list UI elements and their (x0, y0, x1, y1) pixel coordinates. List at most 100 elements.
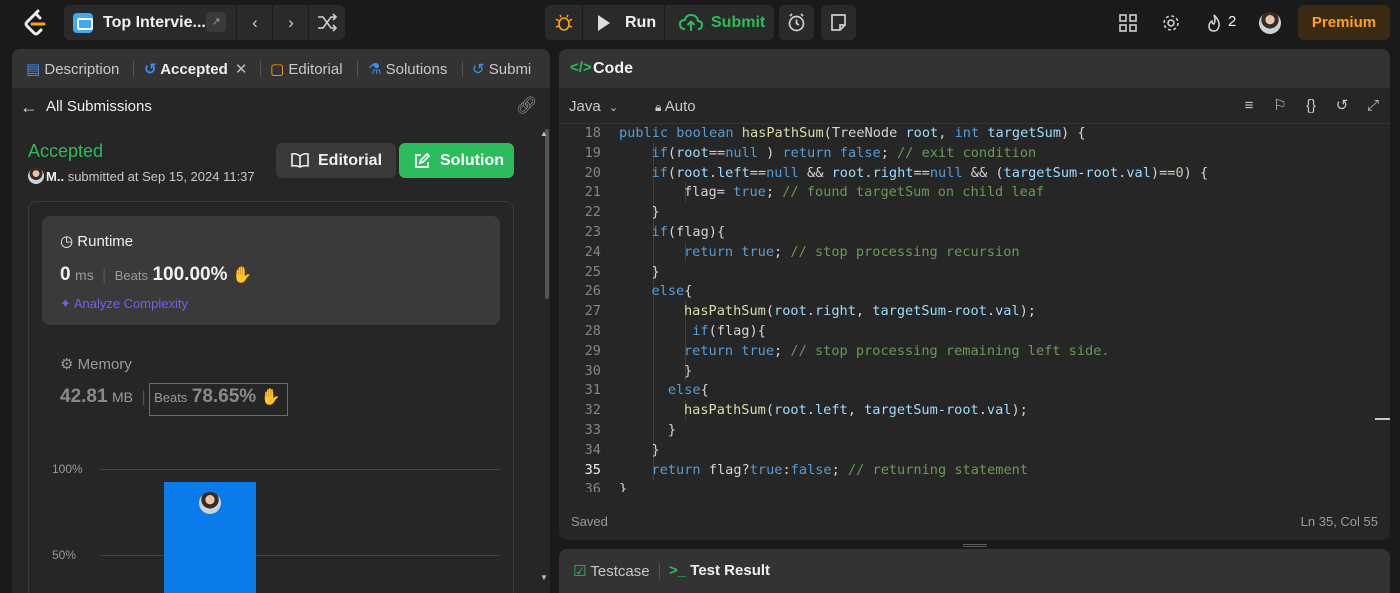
code-token: // returning statement (847, 461, 1029, 478)
flask-icon: ⚗ (368, 61, 382, 78)
code-line[interactable]: 36} (559, 479, 1390, 492)
problem-list-title[interactable]: Top Intervie... (103, 14, 206, 32)
layout-grid-icon[interactable] (1117, 12, 1139, 34)
code-panel: </> Code Java ⌄ 🔒︎ Auto ≡ ⚐ {} ↺ ⤢ 18 pub… (559, 49, 1390, 540)
debugger-button[interactable] (545, 5, 583, 40)
tab-editorial[interactable]: ▢ Editorial (270, 60, 343, 78)
indent-guide (652, 400, 654, 421)
code-token: && (798, 164, 832, 181)
code-line[interactable]: 20 if(root.left==null && root.right==null… (559, 162, 1390, 183)
code-token: true (741, 342, 775, 359)
code-text: else{ (652, 380, 709, 400)
code-token: targetSum (872, 303, 946, 320)
code-line[interactable]: 35 return flag?true:false; // returning s… (559, 459, 1390, 480)
line-number: 20 (584, 164, 601, 181)
code-line[interactable]: 24 return true; // stop processing recurs… (559, 241, 1390, 262)
code-line[interactable]: 18 public boolean hasPathSum(TreeNode roo… (559, 125, 1390, 143)
code-line[interactable]: 22} (559, 202, 1390, 223)
code-line[interactable]: 33 } (559, 420, 1390, 440)
code-line[interactable]: 34} (559, 439, 1390, 460)
bookmark-icon[interactable]: ⚐ (1271, 97, 1289, 115)
tick-50: 50% (52, 548, 77, 562)
code-text: } (652, 420, 676, 440)
code-token: ) { (1061, 125, 1086, 141)
code-line[interactable]: 29 return true; // stop processing remain… (559, 340, 1390, 361)
submit-button[interactable]: Submit (666, 5, 774, 40)
timer-button[interactable] (779, 5, 814, 40)
format-lines-icon[interactable]: ≡ (1240, 97, 1258, 115)
alarm-clock-icon (788, 13, 805, 32)
indent-guide (652, 340, 654, 361)
code-line[interactable]: 27 hasPathSum(root.right, targetSum-root.… (559, 301, 1390, 322)
code-token: hasPathSum (741, 125, 824, 141)
code-footer: Saved Ln 35, Col 55 (559, 509, 1390, 540)
indent-guide (652, 241, 654, 262)
code-line[interactable]: 32 hasPathSum(root.left, targetSum-root.v… (559, 400, 1390, 421)
tab-submissions[interactable]: ↺ Submi (472, 60, 531, 78)
tab-accepted[interactable]: ↺ Accepted ✕ (144, 60, 247, 78)
left-scrollbar-thumb[interactable] (545, 129, 549, 299)
next-problem-button[interactable]: › (273, 5, 309, 40)
indent-guide (652, 321, 654, 341)
code-token: ; (774, 243, 791, 260)
problem-list-icon[interactable] (73, 13, 93, 33)
scroll-down-arrow-icon[interactable]: ▼ (540, 573, 548, 582)
analyze-complexity-link[interactable]: ✦ Analyze Complexity (60, 296, 188, 312)
leetcode-logo-icon[interactable] (22, 9, 48, 37)
premium-button[interactable]: Premium (1298, 5, 1390, 40)
tab-solutions[interactable]: ⚗ Solutions (368, 60, 447, 78)
code-line[interactable]: 21 flag= true; // found targetSum on chil… (559, 182, 1390, 203)
tab-testcase[interactable]: ☑ Testcase (573, 562, 650, 580)
line-number: 22 (584, 204, 601, 221)
code-token: root (1085, 164, 1119, 181)
code-text: if(flag){ (652, 222, 726, 242)
notes-button[interactable] (821, 5, 856, 40)
code-text: if(root==null ) return false; // exit co… (652, 143, 1037, 163)
lock-icon: 🔒︎ (655, 100, 662, 114)
run-button[interactable]: Run (583, 5, 665, 40)
share-link-icon[interactable]: 🔗︎ (516, 96, 538, 116)
all-submissions-link[interactable]: All Submissions (46, 98, 152, 115)
close-tab-icon[interactable]: ✕ (235, 61, 248, 78)
user-avatar[interactable] (1259, 12, 1281, 34)
expand-icon[interactable]: ⤢ (1364, 97, 1382, 115)
tab-test-result[interactable]: >_ Test Result (669, 562, 770, 579)
tab-description[interactable]: ▤ Description (26, 60, 119, 78)
streak-count[interactable]: 2 (1228, 13, 1236, 30)
shuffle-icon[interactable] (309, 5, 345, 40)
editorial-button[interactable]: Editorial (276, 143, 396, 178)
reset-icon[interactable]: ↺ (1333, 97, 1351, 115)
code-line[interactable]: 23 if(flag){ (559, 222, 1390, 242)
code-line[interactable]: 30} (559, 360, 1390, 381)
back-arrow-icon[interactable]: ← (20, 97, 38, 118)
braces-icon[interactable]: {} (1302, 97, 1320, 115)
open-external-icon[interactable]: ↗ (206, 12, 226, 32)
prev-problem-button[interactable]: ‹ (237, 5, 273, 40)
code-line[interactable]: 28 if(flag){ (559, 321, 1390, 341)
submitter-name[interactable]: M.. (46, 169, 64, 184)
code-token: } (684, 362, 693, 379)
code-token: ) { (1183, 164, 1209, 181)
code-token: false (839, 144, 881, 161)
memory-value: 42.81 (60, 386, 108, 407)
solution-button[interactable]: Solution (399, 143, 514, 178)
runtime-card[interactable]: ◷ Runtime 0 ms | Beats 100.00% ✋ ✦ Analy… (42, 216, 500, 325)
code-token: ) (757, 144, 783, 161)
code-line[interactable]: 19 if(root==null ) return false; // exit … (559, 142, 1390, 163)
code-token: { (684, 283, 693, 300)
code-token: (flag){ (708, 323, 766, 339)
submission-status: Accepted (28, 141, 104, 161)
code-line[interactable]: 26 else{ (559, 281, 1390, 302)
settings-gear-icon[interactable] (1160, 12, 1182, 34)
panel-resize-handle[interactable] (963, 544, 987, 547)
language-select[interactable]: Java ⌄ (569, 98, 618, 115)
code-line[interactable]: 25} (559, 261, 1390, 282)
scroll-up-arrow-icon[interactable]: ▲ (540, 129, 548, 138)
auto-mode-toggle[interactable]: 🔒︎ Auto (655, 98, 696, 115)
editor-scroll-indicator[interactable] (1375, 418, 1390, 420)
code-editor[interactable]: 18 public boolean hasPathSum(TreeNode roo… (559, 125, 1390, 492)
streak-flame-icon[interactable] (1203, 12, 1225, 34)
memory-label[interactable]: ⚙︎ Memory (60, 355, 132, 373)
code-line[interactable]: 31 else{ (559, 380, 1390, 401)
line-number: 28 (584, 323, 601, 339)
